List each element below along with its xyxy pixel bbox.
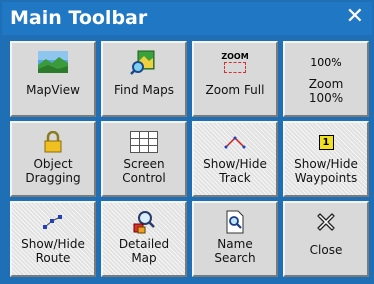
zoom-100-icon: 100% <box>310 55 342 69</box>
name-search-label-line2: Search <box>214 251 256 265</box>
close-label: Close <box>309 243 343 257</box>
zoom-frame-icon <box>224 61 246 73</box>
show-hide-track-button[interactable]: Show/Hide Track <box>192 121 278 197</box>
name-search-button[interactable]: Name Search <box>192 201 278 277</box>
zoom-full-icon: ZOOM <box>221 51 249 61</box>
title-bar[interactable]: Main Toolbar ✕ <box>2 2 372 35</box>
screen-control-label-line2: Control <box>122 171 166 185</box>
grid-icon <box>130 131 158 153</box>
mapview-label: MapView <box>26 83 80 97</box>
landscape-icon <box>38 51 68 73</box>
close-button[interactable]: Close <box>283 201 369 277</box>
lock-icon <box>44 131 62 153</box>
object-dragging-button[interactable]: Object Dragging <box>10 121 96 197</box>
name-search-label-line1: Name <box>217 237 253 251</box>
show-hide-track-label-line1: Show/Hide <box>203 157 267 171</box>
find-maps-button[interactable]: Find Maps <box>101 41 187 117</box>
zoom-100-button[interactable]: 100% Zoom 100% <box>283 41 369 117</box>
detailed-map-icon <box>133 211 155 234</box>
route-icon <box>43 215 62 229</box>
zoom-100-label-line2: 100% <box>308 91 344 105</box>
detailed-map-label-line1: Detailed <box>118 237 170 251</box>
toolbar-button-grid: MapView Find Maps ZOOM Zoom Full 100% Zo… <box>2 35 372 282</box>
show-hide-waypoints-button[interactable]: 1 Show/Hide Waypoints <box>283 121 369 197</box>
title-close-icon[interactable]: ✕ <box>346 4 364 29</box>
show-hide-route-label-line2: Route <box>35 251 71 265</box>
zoom-full-label: Zoom Full <box>205 83 265 97</box>
show-hide-route-label-line1: Show/Hide <box>21 237 85 251</box>
show-hide-waypoints-label-line2: Waypoints <box>294 171 358 185</box>
find-maps-icon <box>130 50 155 75</box>
show-hide-waypoints-label-line1: Show/Hide <box>294 157 358 171</box>
zoom-100-label-line1: Zoom <box>308 77 344 91</box>
detailed-map-label-line2: Map <box>131 251 157 265</box>
mapview-button[interactable]: MapView <box>10 41 96 117</box>
object-dragging-label-line1: Object <box>33 157 73 171</box>
waypoint-icon: 1 <box>318 134 334 150</box>
detailed-map-button[interactable]: Detailed Map <box>101 201 187 277</box>
close-icon <box>317 213 335 231</box>
name-search-icon <box>226 210 244 234</box>
zoom-full-button[interactable]: ZOOM Zoom Full <box>192 41 278 117</box>
main-toolbar-window: Main Toolbar ✕ MapView Find Maps ZOOM Zo… <box>0 0 374 284</box>
screen-control-label-line1: Screen <box>123 157 165 171</box>
show-hide-route-button[interactable]: Show/Hide Route <box>10 201 96 277</box>
show-hide-track-label-line2: Track <box>219 171 251 185</box>
track-icon <box>224 136 246 149</box>
window-title: Main Toolbar <box>10 7 148 29</box>
screen-control-button[interactable]: Screen Control <box>101 121 187 197</box>
find-maps-label: Find Maps <box>114 83 174 97</box>
object-dragging-label-line2: Dragging <box>25 171 81 185</box>
